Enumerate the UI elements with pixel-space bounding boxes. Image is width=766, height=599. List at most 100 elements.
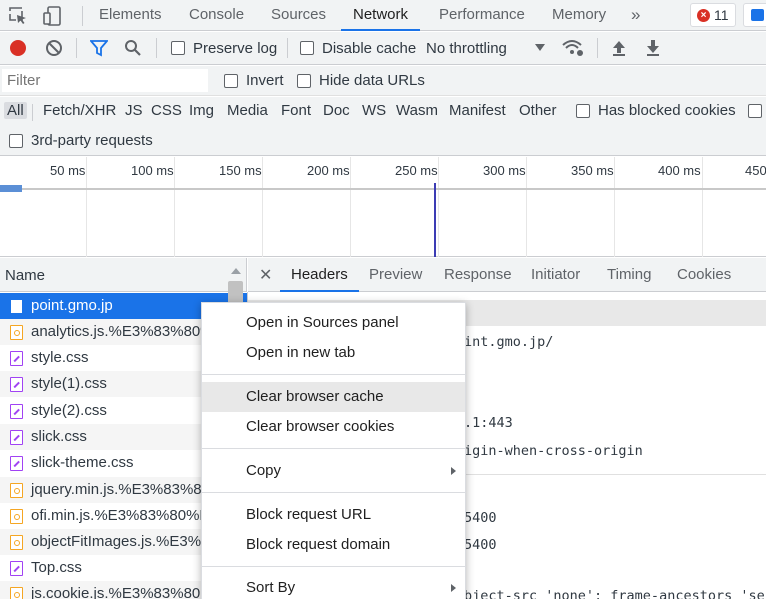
divider — [287, 38, 288, 58]
more-tabs-button[interactable]: » — [631, 0, 640, 31]
type-wasm[interactable]: Wasm — [396, 102, 438, 119]
referrer-policy-value: igin-when-cross-origin — [464, 443, 643, 459]
close-icon[interactable]: ✕ — [259, 265, 272, 285]
preserve-log-checkbox[interactable] — [171, 41, 185, 55]
menu-block-request-domain[interactable]: Block request domain — [202, 530, 465, 560]
divider — [32, 104, 33, 121]
throttling-select[interactable]: No throttling — [426, 40, 507, 57]
submenu-arrow-icon — [451, 584, 456, 592]
timeline-overview[interactable]: 50 ms 100 ms 150 ms 200 ms 250 ms 300 ms… — [0, 157, 766, 257]
type-font[interactable]: Font — [281, 102, 311, 119]
invert-label: Invert — [246, 72, 284, 89]
menu-separator — [202, 448, 465, 449]
filter-icon[interactable] — [90, 39, 108, 57]
stylesheet-icon — [10, 377, 23, 392]
menu-sort-by[interactable]: Sort By — [202, 573, 465, 599]
script-icon — [10, 483, 23, 498]
dom-content-loaded-marker — [434, 183, 436, 257]
type-img[interactable]: Img — [189, 102, 214, 119]
invert-checkbox[interactable] — [224, 74, 238, 88]
network-conditions-icon[interactable] — [561, 38, 585, 58]
message-icon — [751, 9, 764, 21]
timeline-tick: 350 ms — [571, 163, 614, 178]
stylesheet-icon — [10, 404, 23, 419]
error-count: 11 — [714, 7, 729, 23]
menu-open-in-new-tab[interactable]: Open in new tab — [202, 338, 465, 368]
stylesheet-icon — [10, 456, 23, 471]
script-icon — [10, 325, 23, 340]
filter-input[interactable] — [2, 69, 208, 92]
csp-header-value: bject-src 'none'; frame-ancestors 'se — [464, 588, 765, 599]
inspect-element-icon[interactable] — [8, 6, 28, 26]
remote-address-value: .1:443 — [464, 415, 513, 431]
third-party-checkbox[interactable] — [9, 134, 23, 148]
resource-type-filter: All Fetch/XHR JS CSS Img Media Font Doc … — [0, 97, 766, 127]
timeline-tick: 450 — [745, 163, 766, 178]
timeline-tick: 200 ms — [307, 163, 350, 178]
submenu-arrow-icon — [451, 467, 456, 475]
request-url-value: int.gmo.jp/ — [464, 334, 554, 350]
type-fetch-xhr[interactable]: Fetch/XHR — [43, 102, 116, 119]
type-js[interactable]: JS — [125, 102, 143, 119]
tab-memory[interactable]: Memory — [552, 0, 606, 31]
menu-block-request-url[interactable]: Block request URL — [202, 500, 465, 530]
menu-open-in-sources[interactable]: Open in Sources panel — [202, 308, 465, 338]
tab-cookies[interactable]: Cookies — [677, 258, 731, 292]
menu-clear-browser-cache[interactable]: Clear browser cache — [202, 382, 465, 412]
sort-arrow-icon — [231, 268, 241, 274]
menu-clear-browser-cookies[interactable]: Clear browser cookies — [202, 412, 465, 442]
tab-performance[interactable]: Performance — [439, 0, 525, 31]
divider — [76, 38, 77, 58]
hide-data-urls-checkbox[interactable] — [297, 74, 311, 88]
tab-timing[interactable]: Timing — [607, 258, 651, 292]
name-column-header[interactable]: Name — [5, 267, 45, 284]
error-count-badge[interactable]: × 11 — [690, 3, 736, 27]
third-party-row: 3rd-party requests — [0, 127, 766, 156]
type-media[interactable]: Media — [227, 102, 268, 119]
header-value: 5400 — [464, 510, 497, 526]
tab-elements[interactable]: Elements — [99, 0, 162, 31]
tab-response[interactable]: Response — [444, 258, 512, 292]
type-manifest[interactable]: Manifest — [449, 102, 506, 119]
tab-preview[interactable]: Preview — [369, 258, 422, 292]
context-menu: Open in Sources panel Open in new tab Cl… — [201, 302, 466, 599]
type-all[interactable]: All — [4, 102, 27, 119]
header-value: 5400 — [464, 537, 497, 553]
details-tab-bar: ✕ Headers Preview Response Initiator Tim… — [248, 258, 766, 292]
type-other[interactable]: Other — [519, 102, 557, 119]
timeline-bar — [0, 185, 22, 192]
import-har-icon[interactable] — [611, 39, 627, 57]
chevron-down-icon[interactable] — [535, 44, 545, 51]
tab-headers[interactable]: Headers — [280, 258, 359, 292]
script-icon — [10, 535, 23, 550]
issues-badge[interactable] — [743, 3, 766, 27]
type-doc[interactable]: Doc — [323, 102, 350, 119]
script-icon — [10, 509, 23, 524]
type-ws[interactable]: WS — [362, 102, 386, 119]
record-icon[interactable] — [10, 40, 26, 56]
device-toolbar-icon[interactable] — [42, 5, 64, 27]
type-css[interactable]: CSS — [151, 102, 182, 119]
stylesheet-icon — [10, 561, 23, 576]
stylesheet-icon — [10, 351, 23, 366]
search-icon[interactable] — [124, 39, 142, 57]
timeline-tick: 250 ms — [395, 163, 438, 178]
document-icon — [10, 299, 23, 314]
network-toolbar: Preserve log Disable cache No throttling — [0, 32, 766, 65]
blocked-requests-checkbox[interactable] — [748, 104, 762, 118]
tab-initiator[interactable]: Initiator — [531, 258, 580, 292]
menu-separator — [202, 566, 465, 567]
timeline-tick: 300 ms — [483, 163, 526, 178]
has-blocked-cookies-checkbox[interactable] — [576, 104, 590, 118]
tab-console[interactable]: Console — [189, 0, 244, 31]
menu-separator — [202, 374, 465, 375]
hide-data-urls-label: Hide data URLs — [319, 72, 425, 89]
export-har-icon[interactable] — [645, 39, 661, 57]
tab-sources[interactable]: Sources — [271, 0, 326, 31]
clear-icon[interactable] — [45, 39, 63, 57]
tab-network[interactable]: Network — [341, 0, 421, 31]
menu-copy[interactable]: Copy — [202, 456, 465, 486]
divider — [597, 38, 598, 58]
filter-bar: Invert Hide data URLs — [0, 66, 766, 96]
disable-cache-checkbox[interactable] — [300, 41, 314, 55]
